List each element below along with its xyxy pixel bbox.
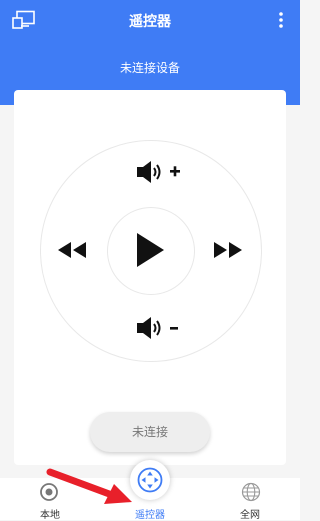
nav-item-global[interactable]: 全网 <box>200 478 300 521</box>
page-title: 遥控器 <box>129 14 171 30</box>
connection-status-text: 未连接设备 <box>119 61 180 75</box>
connect-button[interactable]: 未连接 <box>90 412 210 452</box>
nav-label-global: 全网 <box>240 510 260 521</box>
rewind-icon[interactable] <box>56 240 88 260</box>
nav-label-local: 本地 <box>40 510 60 521</box>
volume-down-icon[interactable] <box>136 316 184 342</box>
globe-icon <box>241 482 261 502</box>
more-vertical-icon[interactable] <box>276 10 286 30</box>
fast-forward-icon[interactable] <box>212 240 244 260</box>
nav-label-remote: 遥控器 <box>135 510 165 521</box>
pointer-arrow-annotation <box>46 468 132 504</box>
volume-up-icon[interactable] <box>136 160 184 186</box>
play-icon[interactable] <box>133 231 167 269</box>
